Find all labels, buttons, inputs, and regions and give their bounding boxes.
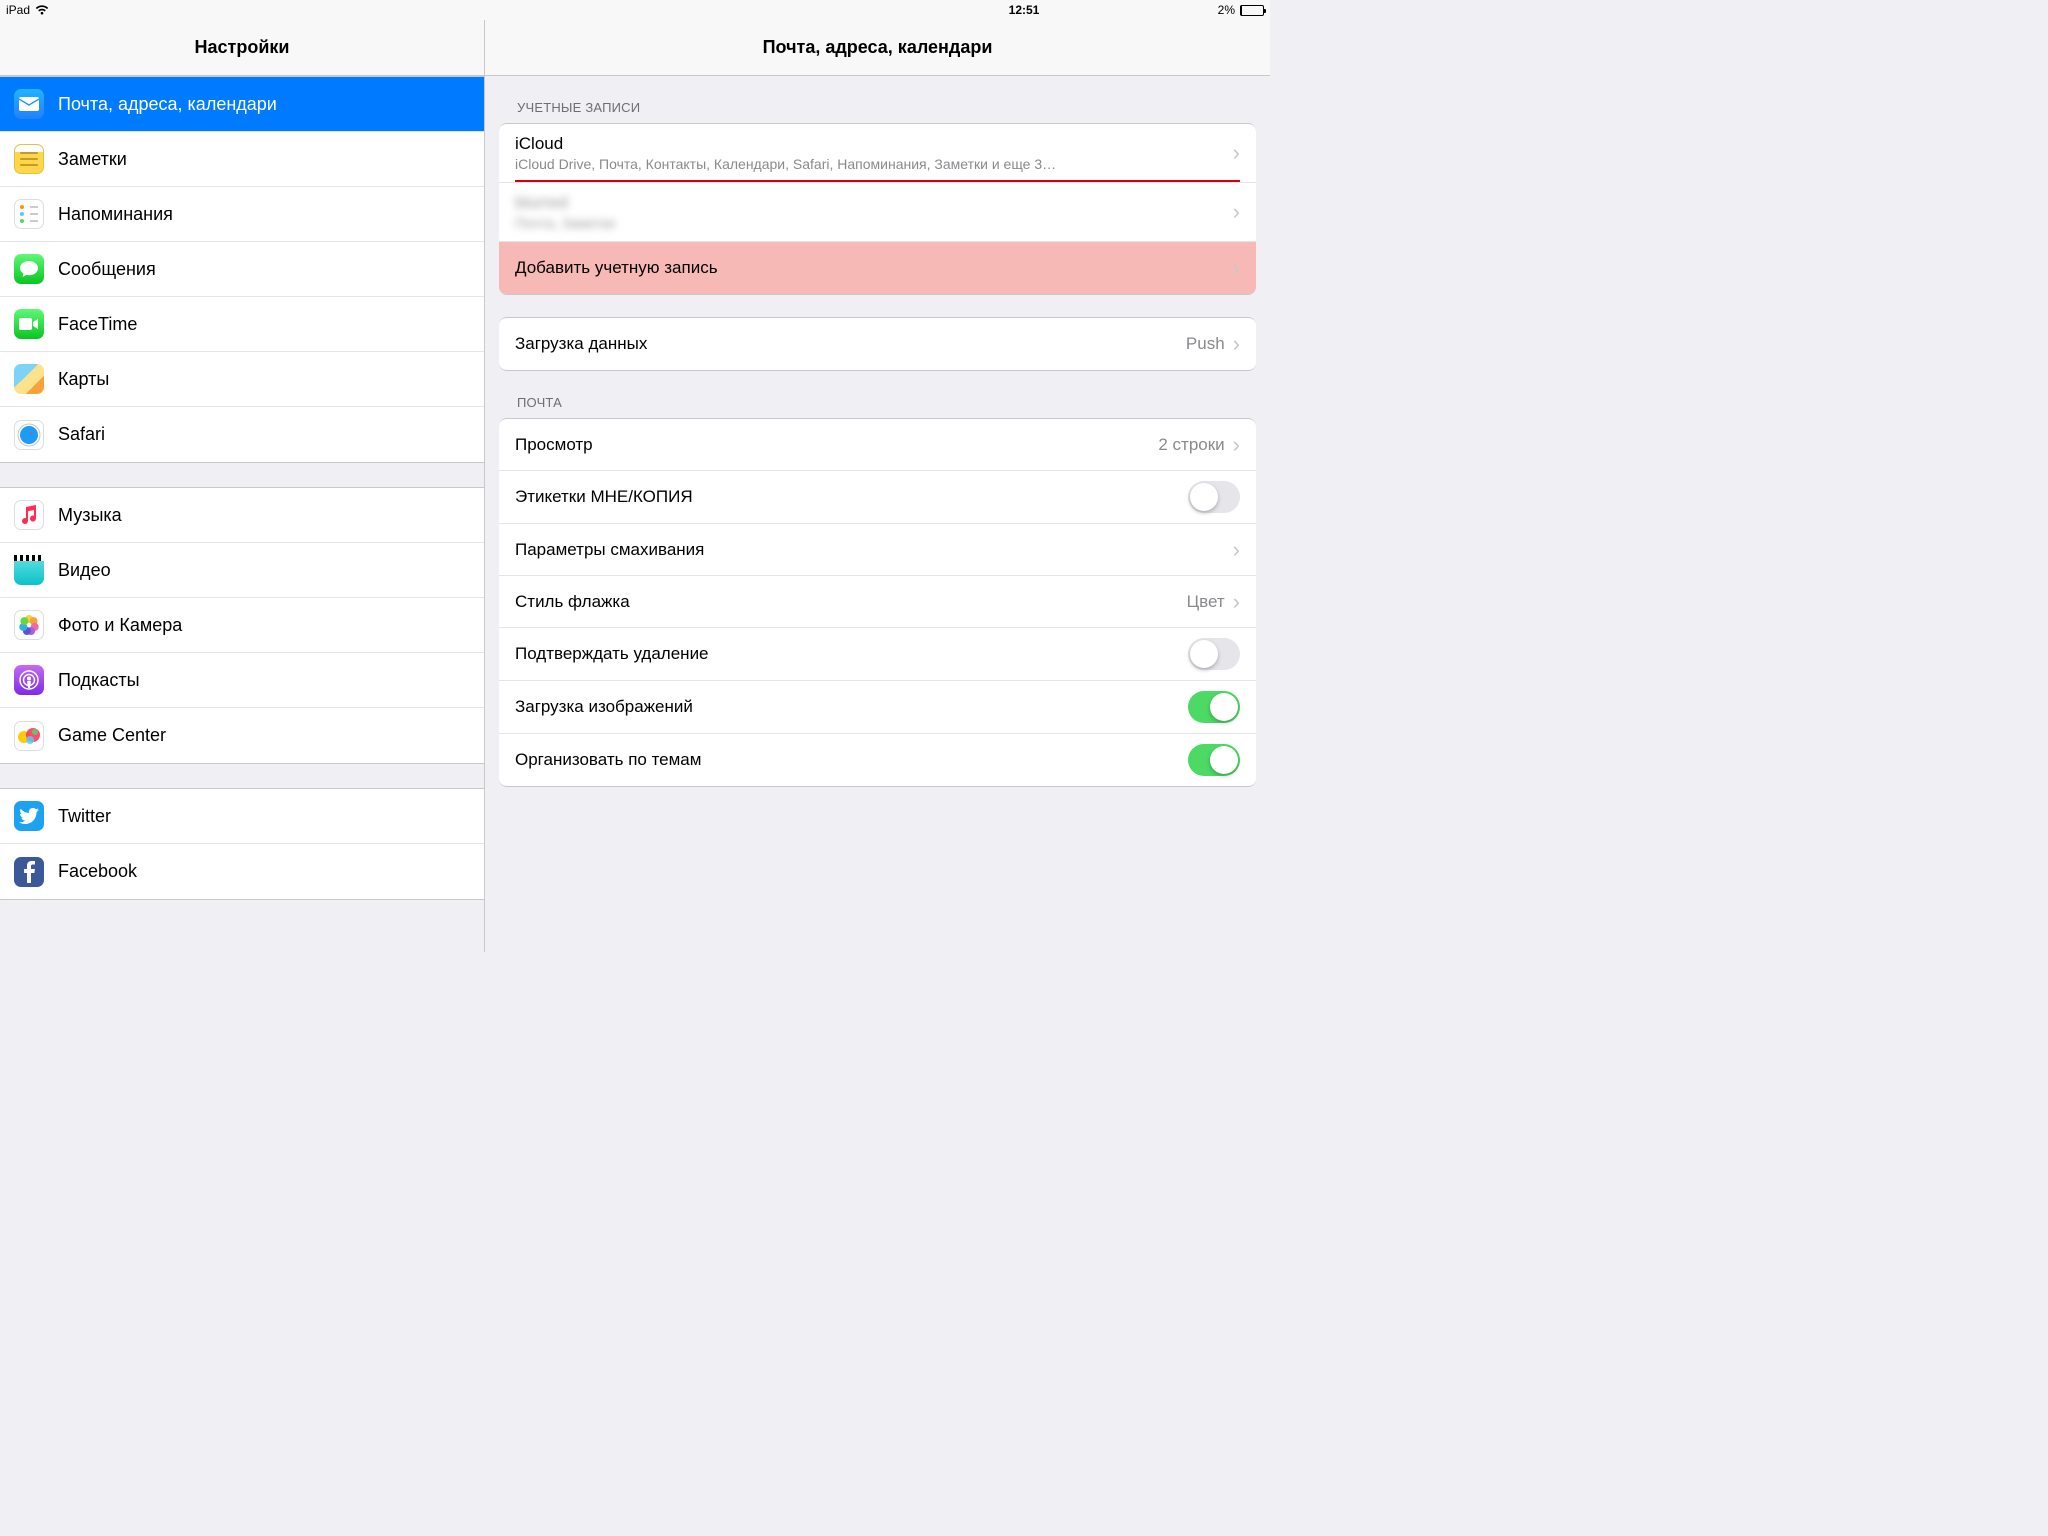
sidebar-item-label: Сообщения [58, 259, 470, 280]
row-value: Цвет [1187, 592, 1225, 612]
row-acct2[interactable]: blurred Почта, Заметки› [499, 183, 1256, 242]
sidebar-item-safari[interactable]: Safari [0, 407, 484, 462]
row-title: Организовать по темам [515, 750, 1188, 770]
row-tocc[interactable]: Этикетки МНЕ/КОПИЯ [499, 471, 1256, 524]
row-title: Этикетки МНЕ/КОПИЯ [515, 487, 1188, 507]
notes-icon [14, 144, 44, 174]
row-subtitle: Почта, Заметки [515, 215, 1233, 231]
row-confirm[interactable]: Подтверждать удаление [499, 628, 1256, 681]
row-add[interactable]: Добавить учетную запись› [499, 242, 1256, 294]
detail-pane: Почта, адреса, календари УЧЕТНЫЕ ЗАПИСИi… [485, 20, 1270, 952]
battery-text: 2% [1218, 3, 1235, 17]
facebook-icon [14, 857, 44, 887]
row-value: Push [1186, 334, 1225, 354]
row-threads[interactable]: Организовать по темам [499, 734, 1256, 786]
sidebar-title: Настройки [0, 20, 484, 76]
row-value: 2 строки [1158, 435, 1224, 455]
row-fetch[interactable]: Загрузка данныхPush › [499, 318, 1256, 370]
sidebar-item-label: Заметки [58, 149, 470, 170]
reminders-icon [14, 199, 44, 229]
chevron-right-icon: › [1233, 333, 1240, 355]
row-title: Стиль флажка [515, 592, 1187, 612]
podcasts-icon [14, 665, 44, 695]
clock: 12:51 [1009, 3, 1040, 17]
sidebar-item-podcasts[interactable]: Подкасты [0, 653, 484, 708]
safari-icon [14, 420, 44, 450]
sidebar-item-notes[interactable]: Заметки [0, 132, 484, 187]
battery-icon [1240, 5, 1264, 16]
row-title: iCloud [515, 134, 1233, 154]
wifi-icon [35, 5, 49, 15]
maps-icon [14, 364, 44, 394]
sidebar-item-photos[interactable]: Фото и Камера [0, 598, 484, 653]
chevron-right-icon: › [1233, 201, 1240, 223]
sidebar-item-twitter[interactable]: Twitter [0, 789, 484, 844]
sidebar-item-facetime[interactable]: FaceTime [0, 297, 484, 352]
row-flag[interactable]: Стиль флажкаЦвет › [499, 576, 1256, 628]
settings-sidebar: Настройки Почта, адреса, календари Заметк… [0, 20, 485, 952]
row-swipe[interactable]: Параметры смахивания› [499, 524, 1256, 576]
chevron-right-icon: › [1233, 591, 1240, 613]
row-title: Загрузка изображений [515, 697, 1188, 717]
sidebar-item-label: Game Center [58, 725, 470, 746]
row-title: Добавить учетную запись [515, 258, 1233, 278]
row-title: Параметры смахивания [515, 540, 1233, 560]
sidebar-item-maps[interactable]: Карты [0, 352, 484, 407]
toggle-confirm[interactable] [1188, 638, 1240, 670]
sidebar-item-label: Twitter [58, 806, 470, 827]
chevron-right-icon: › [1233, 257, 1240, 279]
row-images[interactable]: Загрузка изображений [499, 681, 1256, 734]
sidebar-item-label: Напоминания [58, 204, 470, 225]
row-subtitle: iCloud Drive, Почта, Контакты, Календари… [515, 156, 1233, 172]
twitter-icon [14, 801, 44, 831]
row-title: blurred [515, 193, 1233, 213]
music-icon [14, 500, 44, 530]
row-icloud[interactable]: iCloud iCloud Drive, Почта, Контакты, Кал… [499, 124, 1256, 183]
sidebar-item-music[interactable]: Музыка [0, 488, 484, 543]
toggle-images[interactable] [1188, 691, 1240, 723]
gamecenter-icon [14, 721, 44, 751]
section-label: УЧЕТНЫЕ ЗАПИСИ [485, 76, 1270, 123]
video-icon [14, 555, 44, 585]
sidebar-item-video[interactable]: Видео [0, 543, 484, 598]
device-label: iPad [6, 3, 30, 17]
sidebar-item-label: Подкасты [58, 670, 470, 691]
detail-title: Почта, адреса, календари [485, 20, 1270, 76]
messages-icon [14, 254, 44, 284]
chevron-right-icon: › [1233, 142, 1240, 164]
section-label: ПОЧТА [485, 371, 1270, 418]
mail-icon [14, 89, 44, 119]
sidebar-item-label: Почта, адреса, календари [58, 94, 470, 115]
sidebar-item-label: Facebook [58, 861, 470, 882]
photos-icon [14, 610, 44, 640]
chevron-right-icon: › [1233, 539, 1240, 561]
row-title: Просмотр [515, 435, 1158, 455]
row-preview[interactable]: Просмотр2 строки › [499, 419, 1256, 471]
sidebar-item-mail[interactable]: Почта, адреса, календари [0, 77, 484, 132]
status-bar: iPad 12:51 2% [0, 0, 1270, 20]
sidebar-item-label: FaceTime [58, 314, 470, 335]
facetime-icon [14, 309, 44, 339]
sidebar-item-label: Карты [58, 369, 470, 390]
sidebar-item-reminders[interactable]: Напоминания [0, 187, 484, 242]
row-title: Загрузка данных [515, 334, 1186, 354]
sidebar-item-label: Видео [58, 560, 470, 581]
toggle-tocc[interactable] [1188, 481, 1240, 513]
sidebar-item-messages[interactable]: Сообщения [0, 242, 484, 297]
red-underline [515, 180, 1240, 182]
sidebar-item-gamecenter[interactable]: Game Center [0, 708, 484, 763]
toggle-threads[interactable] [1188, 744, 1240, 776]
sidebar-item-label: Safari [58, 424, 470, 445]
row-title: Подтверждать удаление [515, 644, 1188, 664]
chevron-right-icon: › [1233, 434, 1240, 456]
sidebar-item-label: Фото и Камера [58, 615, 470, 636]
sidebar-item-facebook[interactable]: Facebook [0, 844, 484, 899]
sidebar-item-label: Музыка [58, 505, 470, 526]
